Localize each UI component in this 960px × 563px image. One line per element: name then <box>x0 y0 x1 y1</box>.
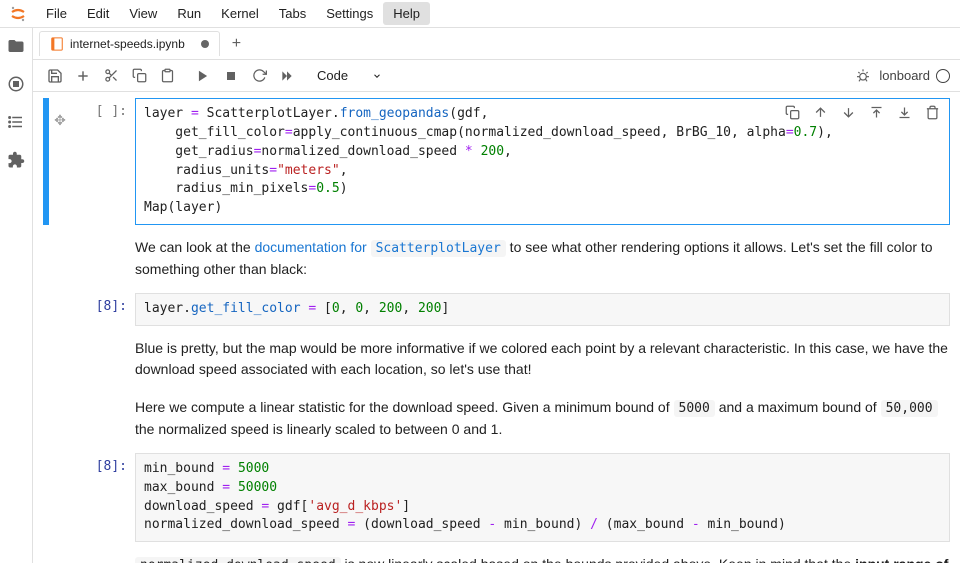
cell-toolbar <box>781 101 943 123</box>
markdown-cell[interactable]: Here we compute a linear statistic for t… <box>43 393 950 445</box>
markdown-content: Blue is pretty, but the map would be mor… <box>135 334 950 385</box>
markdown-cell[interactable]: Blue is pretty, but the map would be mor… <box>43 334 950 385</box>
chevron-down-icon <box>372 71 382 81</box>
run-button[interactable] <box>191 64 215 88</box>
insert-below-icon[interactable] <box>893 101 915 123</box>
add-cell-button[interactable] <box>71 64 95 88</box>
notebook-icon <box>50 37 64 51</box>
stop-button[interactable] <box>219 64 243 88</box>
cut-button[interactable] <box>99 64 123 88</box>
content-area: internet-speeds.ipynb + Code lonboard <box>33 28 960 563</box>
cell-type-select[interactable]: Code <box>309 66 390 85</box>
menu-edit[interactable]: Edit <box>77 2 119 25</box>
restart-run-all-button[interactable] <box>275 64 299 88</box>
new-tab-button[interactable]: + <box>224 31 249 57</box>
menu-run[interactable]: Run <box>167 2 211 25</box>
notebook-toolbar: Code lonboard <box>33 60 960 92</box>
running-icon[interactable] <box>6 74 26 94</box>
cell-prompt: [8]: <box>71 293 135 326</box>
move-down-icon[interactable] <box>837 101 859 123</box>
move-up-icon[interactable] <box>809 101 831 123</box>
code-editor[interactable]: layer = ScatterplotLayer.from_geopandas(… <box>135 98 950 225</box>
code-editor[interactable]: min_bound = 5000 max_bound = 50000 downl… <box>135 453 950 542</box>
code-cell[interactable]: ✥ [ ]: layer = ScatterplotLayer.from_geo… <box>43 98 950 225</box>
paste-button[interactable] <box>155 64 179 88</box>
notebook-tab[interactable]: internet-speeds.ipynb <box>39 31 220 56</box>
doc-link[interactable]: documentation for ScatterplotLayer <box>255 239 506 255</box>
folder-icon[interactable] <box>6 36 26 56</box>
menu-tabs[interactable]: Tabs <box>269 2 316 25</box>
menu-view[interactable]: View <box>119 2 167 25</box>
code-cell[interactable]: [8]: min_bound = 5000 max_bound = 50000 … <box>43 453 950 542</box>
jupyter-logo <box>8 4 28 24</box>
markdown-cell[interactable]: We can look at the documentation for Sca… <box>43 233 950 285</box>
drag-handle-icon[interactable]: ✥ <box>49 98 71 225</box>
menu-settings[interactable]: Settings <box>316 2 383 25</box>
main-area: internet-speeds.ipynb + Code lonboard <box>0 28 960 563</box>
tab-label: internet-speeds.ipynb <box>70 37 185 51</box>
menu-kernel[interactable]: Kernel <box>211 2 269 25</box>
markdown-content: normalized_download_speed is now linearl… <box>135 550 950 563</box>
code-cell[interactable]: [8]: layer.get_fill_color = [0, 0, 200, … <box>43 293 950 326</box>
save-button[interactable] <box>43 64 67 88</box>
insert-above-icon[interactable] <box>865 101 887 123</box>
notebook-body[interactable]: ✥ [ ]: layer = ScatterplotLayer.from_geo… <box>33 92 960 563</box>
menu-help[interactable]: Help <box>383 2 430 25</box>
debug-icon[interactable] <box>851 64 875 88</box>
code-editor[interactable]: layer.get_fill_color = [0, 0, 200, 200] <box>135 293 950 326</box>
menu-file[interactable]: File <box>36 2 77 25</box>
delete-icon[interactable] <box>921 101 943 123</box>
tab-dirty-indicator[interactable] <box>201 40 209 48</box>
toc-icon[interactable] <box>6 112 26 132</box>
extension-icon[interactable] <box>6 150 26 170</box>
kernel-indicator[interactable]: lonboard <box>879 68 950 83</box>
markdown-content: Here we compute a linear statistic for t… <box>135 393 950 445</box>
markdown-cell[interactable]: normalized_download_speed is now linearl… <box>43 550 950 563</box>
cell-type-label: Code <box>317 68 348 83</box>
duplicate-icon[interactable] <box>781 101 803 123</box>
restart-button[interactable] <box>247 64 271 88</box>
cell-prompt: [ ]: <box>71 98 135 225</box>
copy-button[interactable] <box>127 64 151 88</box>
kernel-status-icon <box>936 69 950 83</box>
tabbar: internet-speeds.ipynb + <box>33 28 960 60</box>
cell-prompt: [8]: <box>71 453 135 542</box>
markdown-content: We can look at the documentation for Sca… <box>135 233 950 285</box>
left-sidebar <box>0 28 33 563</box>
menubar: File Edit View Run Kernel Tabs Settings … <box>0 0 960 28</box>
kernel-name: lonboard <box>879 68 930 83</box>
